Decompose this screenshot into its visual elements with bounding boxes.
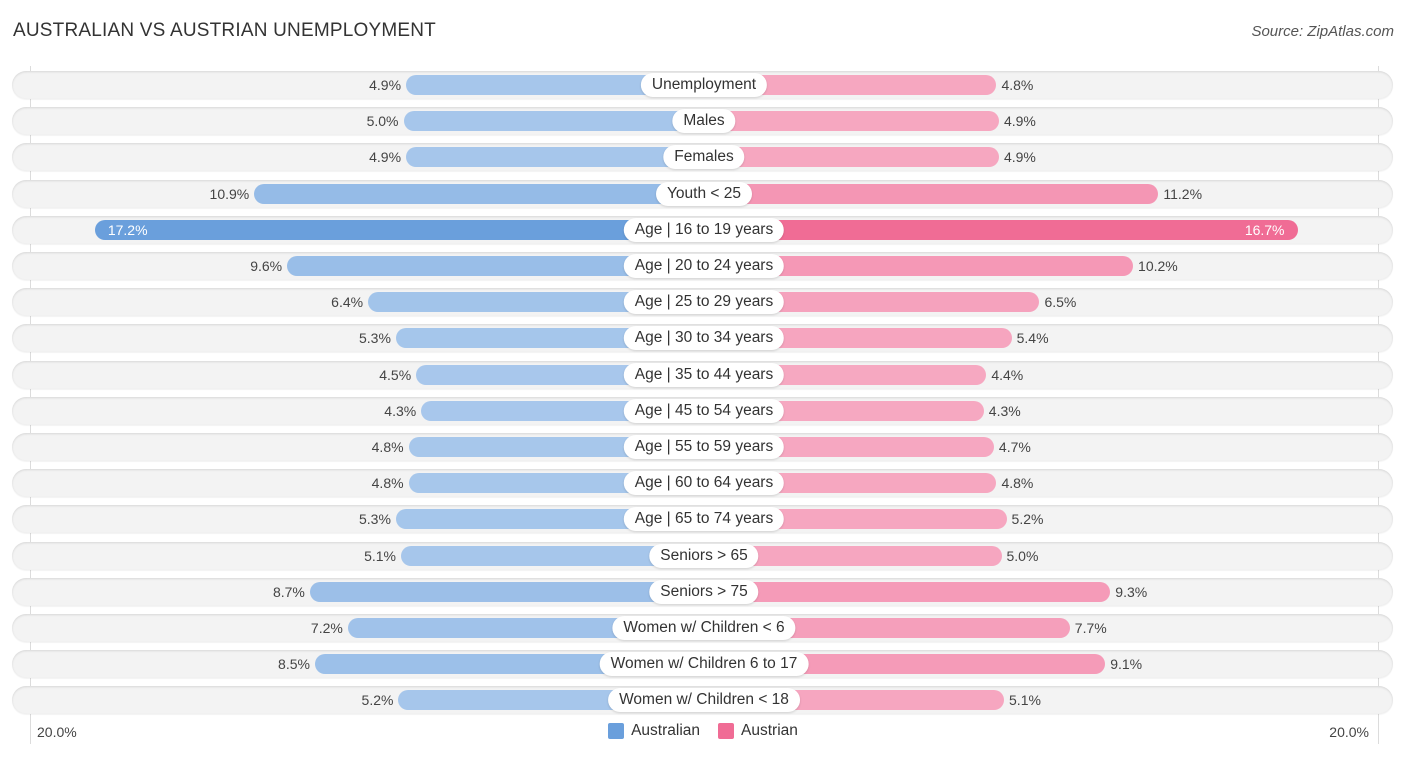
category-label: Seniors > 65 bbox=[649, 543, 759, 568]
category-label: Unemployment bbox=[640, 73, 768, 97]
bar-australian[interactable] bbox=[406, 147, 704, 168]
bar-australian[interactable] bbox=[309, 581, 704, 602]
category-label: Youth < 25 bbox=[656, 181, 752, 206]
category-label: Age | 55 to 59 years bbox=[623, 435, 785, 459]
value-label-australian: 5.3% bbox=[359, 330, 391, 347]
value-label-austrian: 5.0% bbox=[1006, 547, 1039, 564]
category-label: Males bbox=[672, 109, 736, 134]
value-label-austrian: 4.9% bbox=[1003, 149, 1036, 166]
bar-australian[interactable] bbox=[403, 111, 704, 132]
value-label-austrian: 16.7% bbox=[1244, 221, 1285, 238]
value-label-austrian: 4.7% bbox=[998, 439, 1031, 455]
category-label: Age | 20 to 24 years bbox=[623, 254, 785, 278]
value-label-australian: 9.6% bbox=[250, 258, 283, 274]
value-label-australian: 8.7% bbox=[272, 583, 305, 600]
legend: Australian Austrian bbox=[0, 722, 1406, 740]
bar-austrian[interactable] bbox=[704, 111, 999, 132]
value-label-austrian: 4.9% bbox=[1003, 113, 1036, 130]
legend-swatch-australian bbox=[608, 723, 625, 739]
category-label: Age | 45 to 54 years bbox=[623, 398, 785, 423]
value-label-austrian: 9.1% bbox=[1110, 656, 1143, 673]
value-label-australian: 8.5% bbox=[278, 656, 310, 673]
bar-austrian[interactable] bbox=[704, 147, 999, 168]
value-label-austrian: 9.3% bbox=[1115, 583, 1148, 600]
value-label-austrian: 6.5% bbox=[1044, 294, 1077, 311]
value-label-austrian: 5.1% bbox=[1009, 692, 1041, 709]
value-label-austrian: 4.8% bbox=[1001, 475, 1034, 492]
value-label-austrian: 5.4% bbox=[1016, 330, 1049, 347]
value-label-australian: 5.2% bbox=[361, 692, 394, 709]
value-label-australian: 10.9% bbox=[209, 185, 250, 202]
legend-label-austrian: Austrian bbox=[741, 722, 798, 739]
category-label: Age | 16 to 19 years bbox=[623, 217, 785, 242]
category-label: Age | 65 to 74 years bbox=[623, 507, 785, 532]
value-label-austrian: 4.4% bbox=[991, 366, 1024, 383]
legend-item-australian[interactable]: Australian bbox=[608, 722, 700, 740]
bar-austrian[interactable] bbox=[704, 183, 1159, 204]
bar-australian[interactable] bbox=[94, 219, 704, 240]
bar-austrian[interactable] bbox=[704, 581, 1111, 602]
chart-title: AUSTRALIAN VS AUSTRIAN UNEMPLOYMENT bbox=[13, 20, 436, 41]
bar-australian[interactable] bbox=[254, 183, 704, 204]
category-label: Age | 60 to 64 years bbox=[623, 471, 785, 496]
legend-item-austrian[interactable]: Austrian bbox=[718, 722, 798, 740]
value-label-australian: 4.9% bbox=[369, 77, 402, 93]
bar-austrian[interactable] bbox=[704, 219, 1298, 240]
category-label: Age | 30 to 34 years bbox=[623, 326, 785, 351]
value-label-australian: 7.2% bbox=[310, 620, 343, 636]
source-credit: Source: ZipAtlas.com bbox=[1251, 23, 1394, 40]
value-label-australian: 5.3% bbox=[359, 511, 391, 528]
legend-label-australian: Australian bbox=[631, 722, 701, 739]
value-label-australian: 4.3% bbox=[384, 402, 417, 419]
value-label-australian: 6.4% bbox=[331, 294, 364, 311]
category-label: Women w/ Children < 6 bbox=[612, 616, 796, 640]
value-label-austrian: 5.2% bbox=[1011, 511, 1044, 528]
category-label: Age | 35 to 44 years bbox=[623, 362, 785, 387]
category-label: Women w/ Children < 18 bbox=[608, 688, 800, 713]
value-label-austrian: 4.3% bbox=[988, 402, 1021, 419]
value-label-australian: 4.5% bbox=[379, 366, 412, 383]
category-label: Seniors > 75 bbox=[649, 579, 759, 604]
legend-swatch-austrian bbox=[718, 723, 735, 739]
category-label: Age | 25 to 29 years bbox=[623, 290, 785, 315]
value-label-austrian: 7.7% bbox=[1074, 620, 1107, 636]
value-label-austrian: 4.8% bbox=[1001, 77, 1034, 93]
value-label-australian: 4.8% bbox=[371, 475, 404, 492]
value-label-australian: 5.0% bbox=[366, 113, 399, 130]
value-label-austrian: 10.2% bbox=[1138, 258, 1178, 274]
category-label: Women w/ Children 6 to 17 bbox=[599, 652, 809, 677]
category-label: Females bbox=[663, 145, 745, 170]
value-label-australian: 17.2% bbox=[107, 221, 148, 238]
value-label-australian: 4.8% bbox=[371, 439, 404, 455]
value-label-australian: 4.9% bbox=[369, 149, 402, 166]
value-label-australian: 5.1% bbox=[364, 547, 396, 564]
value-label-austrian: 11.2% bbox=[1163, 185, 1203, 202]
